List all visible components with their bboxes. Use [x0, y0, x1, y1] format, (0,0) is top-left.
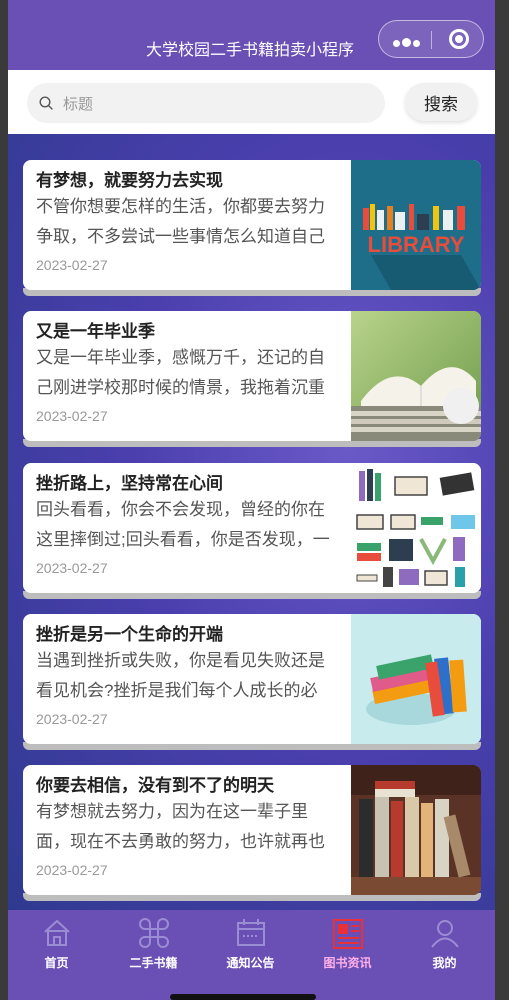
article-summary: 当遇到挫折或失败，你是看见失败还是看见机会?挫折是我们每个人成长的必	[36, 651, 325, 700]
tab-books[interactable]: 二手书籍	[105, 910, 202, 980]
tab-news[interactable]: 图书资讯	[299, 910, 396, 980]
article-thumbnail: LIBRARY	[351, 160, 481, 290]
tab-label: 我的	[432, 956, 457, 970]
article-item[interactable]: 又是一年毕业季 又是一年毕业季，感慨万千，还记的自己刚进学校那时候的情景，我拖着…	[23, 311, 481, 447]
article-summary: 不管你想要怎样的生活，你都要去努力争取，不多尝试一些事情怎么知道自己	[36, 197, 325, 246]
article-date: 2023-02-27	[36, 560, 108, 576]
article-title: 有梦想，就要努力去实现	[36, 171, 223, 190]
newspaper-icon	[333, 919, 363, 949]
article-thumbnail	[351, 311, 481, 441]
command-icon	[139, 918, 169, 948]
page-title: 大学校园二手书籍拍卖小程序	[146, 42, 355, 59]
article-summary: 回头看看，你会不会发现，曾经的你在这里摔倒过;回头看看，你是否发现，一	[36, 500, 330, 549]
article-title: 挫折路上，坚持常在心间	[36, 474, 223, 493]
article-date: 2023-02-27	[36, 711, 108, 727]
more-dots-icon[interactable]	[393, 34, 423, 47]
phone-screen: 大学校园二手书籍拍卖小程序 搜索 有梦想，就要努力去实现 不管你想要怎样的生活	[8, 0, 495, 1000]
article-date: 2023-02-27	[36, 862, 108, 878]
article-card[interactable]: 有梦想，就要努力去实现 不管你想要怎样的生活，你都要去努力争取，不多尝试一些事情…	[23, 160, 481, 290]
mini-program-capsule[interactable]	[378, 20, 484, 58]
article-title: 又是一年毕业季	[36, 322, 155, 341]
tab-label: 图书资讯	[323, 956, 372, 970]
search-button[interactable]: 搜索	[405, 83, 477, 121]
article-thumbnail	[351, 463, 481, 593]
search-input[interactable]	[61, 83, 375, 125]
article-card[interactable]: 挫折是另一个生命的开端 当遇到挫折或失败，你是看见失败还是看见机会?挫折是我们每…	[23, 614, 481, 744]
article-summary: 有梦想就去努力，因为在这一辈子里面，现在不去勇敢的努力，也许就再也	[36, 802, 325, 851]
article-item[interactable]: 你要去相信，没有到不了的明天 有梦想就去努力，因为在这一辈子里面，现在不去勇敢的…	[23, 765, 481, 901]
article-item[interactable]: 挫折路上，坚持常在心间 回头看看，你会不会发现，曾经的你在这里摔倒过;回头看看，…	[23, 463, 481, 599]
article-card[interactable]: 挫折路上，坚持常在心间 回头看看，你会不会发现，曾经的你在这里摔倒过;回头看看，…	[23, 463, 481, 593]
tab-label: 二手书籍	[129, 956, 178, 970]
target-circle-icon[interactable]	[449, 29, 469, 49]
tab-bar: 首页 二手书籍 通知公告 图书资讯 我的	[8, 910, 495, 1000]
tab-home[interactable]: 首页	[8, 910, 105, 980]
tab-notices[interactable]: 通知公告	[202, 910, 299, 980]
tab-label: 首页	[44, 956, 69, 970]
article-title: 挫折是另一个生命的开端	[36, 625, 223, 644]
search-bar: 搜索	[8, 70, 495, 134]
tab-label: 通知公告	[226, 956, 275, 970]
search-icon	[39, 96, 53, 110]
article-date: 2023-02-27	[36, 408, 108, 424]
article-item[interactable]: 有梦想，就要努力去实现 不管你想要怎样的生活，你都要去努力争取，不多尝试一些事情…	[23, 160, 481, 296]
search-field[interactable]	[27, 83, 385, 125]
tab-profile[interactable]: 我的	[396, 910, 493, 980]
home-icon	[44, 919, 70, 946]
article-summary: 又是一年毕业季，感慨万千，还记的自己刚进学校那时候的情景，我拖着沉重	[36, 348, 325, 397]
article-card[interactable]: 又是一年毕业季 又是一年毕业季，感慨万千，还记的自己刚进学校那时候的情景，我拖着…	[23, 311, 481, 441]
article-list: 有梦想，就要努力去实现 不管你想要怎样的生活，你都要去努力争取，不多尝试一些事情…	[8, 134, 495, 910]
capsule-divider	[431, 31, 432, 49]
nav-header: 大学校园二手书籍拍卖小程序	[8, 0, 495, 70]
home-indicator	[170, 994, 316, 1000]
article-date: 2023-02-27	[36, 257, 108, 273]
article-title: 你要去相信，没有到不了的明天	[36, 776, 274, 795]
article-thumbnail	[351, 614, 481, 744]
article-card[interactable]: 你要去相信，没有到不了的明天 有梦想就去努力，因为在这一辈子里面，现在不去勇敢的…	[23, 765, 481, 895]
article-thumbnail	[351, 765, 481, 895]
article-item[interactable]: 挫折是另一个生命的开端 当遇到挫折或失败，你是看见失败还是看见机会?挫折是我们每…	[23, 614, 481, 750]
svg-text:LIBRARY: LIBRARY	[368, 232, 465, 257]
user-icon	[431, 920, 459, 948]
calendar-icon	[237, 919, 265, 946]
